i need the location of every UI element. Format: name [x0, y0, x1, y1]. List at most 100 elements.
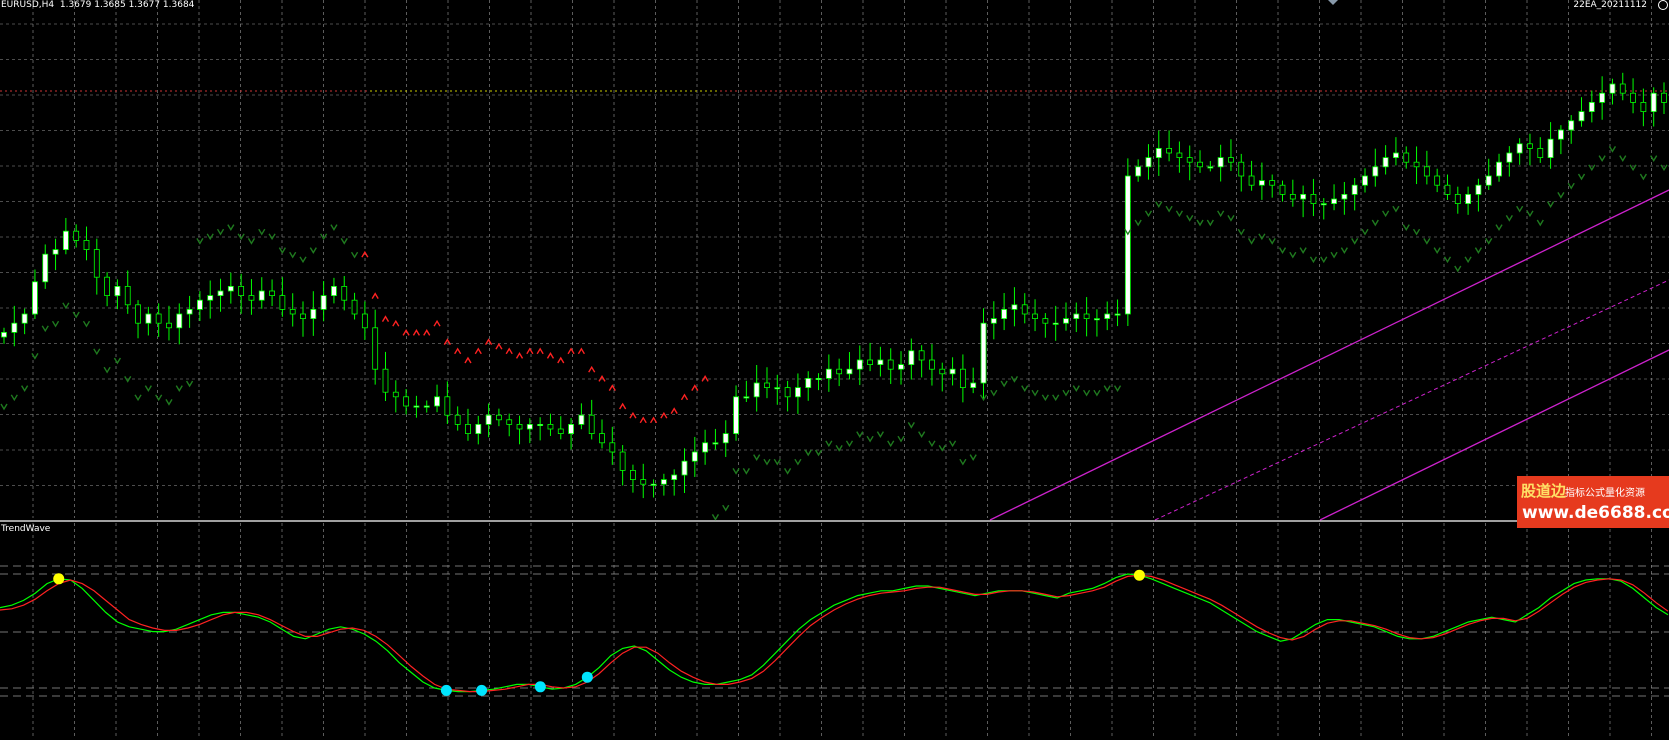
trail-stop-marker	[577, 347, 585, 355]
trail-stop-marker	[866, 435, 874, 443]
ohlc-readout: 1.3679 1.3685 1.3677 1.3684	[59, 0, 195, 10]
candle-body	[1186, 157, 1193, 163]
trail-stop-marker	[1598, 155, 1606, 162]
trail-stop-marker	[278, 247, 286, 254]
trail-stop-marker	[1423, 238, 1431, 245]
candle-body	[52, 249, 59, 255]
candle-body	[1248, 175, 1255, 186]
candle-body	[1547, 138, 1554, 158]
trail-stop-marker	[990, 389, 998, 397]
trail-stop-marker	[1237, 228, 1245, 236]
trail-stop-marker	[82, 320, 91, 328]
candle-body	[712, 442, 719, 445]
price-chart[interactable]	[0, 0, 1669, 736]
trail-stop-marker	[464, 356, 472, 364]
candle-body	[331, 285, 337, 296]
trail-stop-marker	[1495, 224, 1503, 231]
candle-body	[1393, 152, 1399, 158]
candle-body	[1578, 111, 1585, 122]
candle-body	[526, 423, 533, 430]
trail-stop-marker	[1031, 389, 1039, 397]
trail-stop-marker	[134, 394, 142, 402]
candle-body	[578, 414, 585, 425]
trail-stop-marker	[1217, 210, 1225, 218]
candle-body	[640, 479, 647, 485]
trail-stop-marker	[454, 347, 462, 355]
trail-stop-marker	[1186, 215, 1194, 222]
trail-stop-marker	[1382, 210, 1390, 218]
trail-stop-marker	[1660, 164, 1668, 172]
trail-stop-marker	[247, 238, 256, 245]
candle-body	[1619, 83, 1626, 94]
candle-body	[11, 322, 18, 333]
trail-stop-marker	[144, 385, 152, 392]
candle-body	[1537, 147, 1544, 158]
trail-stop-marker	[1464, 256, 1472, 264]
trail-stop-marker	[1433, 247, 1441, 254]
watermark-url: www.de6688.com	[1522, 503, 1669, 523]
trail-stop-marker	[1588, 164, 1596, 172]
trail-stop-marker	[763, 458, 771, 466]
candle-body	[186, 308, 193, 315]
chart-window[interactable]	[0, 0, 1669, 736]
trail-stop-marker	[412, 329, 421, 336]
trail-stop-marker	[845, 440, 854, 448]
wave-signal-bottom	[581, 671, 593, 683]
trail-stop-marker	[1340, 247, 1348, 254]
candle-body	[1197, 161, 1203, 168]
candle-body	[959, 368, 966, 389]
candle-body	[341, 285, 348, 301]
trail-stop-marker	[1155, 201, 1163, 208]
trail-stop-marker	[567, 347, 575, 355]
candle-body	[1454, 193, 1461, 204]
candle-body	[32, 281, 38, 315]
trail-stop-marker	[1247, 238, 1256, 245]
candle-body	[908, 350, 915, 365]
candle-body	[898, 364, 904, 370]
trail-stop-marker	[1052, 394, 1060, 402]
candle-body	[454, 414, 461, 425]
trail-stop-marker	[340, 238, 348, 245]
candle-body	[1351, 184, 1358, 195]
trail-stop-marker	[732, 468, 740, 475]
candle-body	[630, 469, 636, 480]
candle-body	[114, 285, 121, 296]
trail-stop-marker	[608, 384, 616, 391]
candle-body	[434, 396, 440, 407]
candle-body	[444, 396, 451, 416]
candle-body	[475, 423, 482, 434]
candle-body	[1176, 152, 1183, 158]
trail-stop-marker	[1175, 210, 1184, 218]
candle-body	[516, 423, 523, 430]
candle-body	[1042, 318, 1049, 324]
candle-body	[568, 423, 574, 434]
candle-body	[1403, 152, 1410, 163]
trail-stop-marker	[0, 403, 8, 411]
trail-stop-marker	[639, 416, 647, 424]
trail-stop-marker	[670, 407, 678, 414]
candle-body	[1166, 147, 1172, 154]
candle-body	[609, 442, 616, 453]
trail-stop-marker	[330, 224, 338, 231]
candle-body	[681, 460, 688, 476]
candle-body	[1485, 175, 1492, 186]
candle-body	[207, 295, 214, 301]
trail-stop-marker	[309, 247, 317, 254]
trail-stop-marker	[1505, 215, 1513, 222]
candle-body	[1516, 143, 1523, 154]
candle-body	[1609, 83, 1616, 94]
candle-body	[1073, 313, 1080, 319]
candle-body	[547, 423, 554, 430]
candle-body	[1506, 152, 1513, 163]
trail-stop-marker	[1113, 385, 1122, 392]
candle-body	[764, 382, 770, 388]
trail-stop-marker	[1619, 155, 1627, 162]
trail-stop-marker	[505, 347, 513, 355]
trail-stop-marker	[546, 352, 555, 359]
trail-stop-marker	[794, 458, 802, 466]
candle-body	[423, 405, 430, 408]
candle-body	[166, 322, 172, 329]
trail-stop-marker	[289, 251, 297, 259]
candle-body	[465, 423, 471, 434]
candle-body	[1124, 175, 1131, 315]
